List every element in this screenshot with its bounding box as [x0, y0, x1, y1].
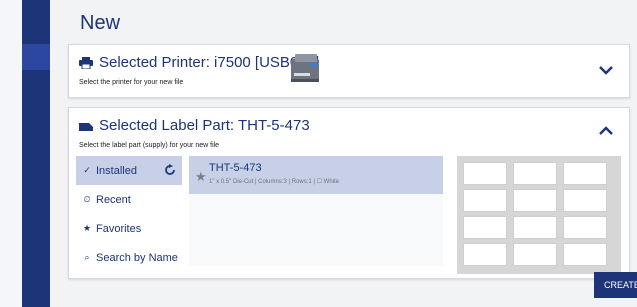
- filter-label: Search by Name: [96, 251, 178, 264]
- label-preview: [457, 156, 621, 274]
- filter-installed[interactable]: ✓ Installed: [76, 156, 182, 185]
- label-cell: [463, 162, 507, 185]
- filter-label: Installed: [96, 164, 137, 177]
- label-cell: [563, 189, 607, 212]
- part-name: THT-5-473: [209, 162, 262, 174]
- label-cell: [513, 243, 557, 266]
- printer-icon: [79, 57, 93, 69]
- label-cell: [513, 216, 557, 239]
- part-list: ★ THT-5-473 1" x 0.5" Die-Cut | Columns:…: [189, 156, 443, 266]
- label-cell: [513, 189, 557, 212]
- create-button[interactable]: CREATE: [594, 272, 637, 298]
- filter-search-by-name[interactable]: ⌕ Search by Name: [76, 243, 182, 272]
- filter-list: ✓ Installed ⏲ Recent ★ Favorites ⌕ Searc…: [76, 156, 182, 272]
- label-cell: [563, 243, 607, 266]
- page-title: New: [80, 12, 121, 34]
- label-icon: [79, 123, 93, 131]
- printer-card[interactable]: Selected Printer: i7500 [USB001] Select …: [68, 44, 630, 98]
- label-cell: [463, 189, 507, 212]
- chevron-down-icon[interactable]: [597, 61, 615, 79]
- printer-image: [291, 54, 319, 82]
- label-card-subtitle: Select the label part (supply) for your …: [79, 142, 220, 149]
- nav-rail: [22, 0, 50, 307]
- main-panel: New Selected Printer: i7500 [USB001] Sel…: [50, 0, 637, 307]
- filter-label: Recent: [96, 193, 131, 206]
- favorite-star-icon[interactable]: ★: [195, 169, 207, 185]
- label-cell: [563, 216, 607, 239]
- filter-label: Favorites: [96, 222, 142, 235]
- filter-recent[interactable]: ⏲ Recent: [76, 185, 182, 214]
- window-edge: [0, 0, 23, 307]
- label-cell: [463, 216, 507, 239]
- label-card-title: Selected Label Part: THT-5-473: [99, 117, 310, 134]
- search-icon: ⌕: [84, 252, 90, 262]
- printer-card-subtitle: Select the printer for your new file: [79, 79, 184, 86]
- nav-rail-active-item[interactable]: [22, 44, 50, 70]
- part-row[interactable]: ★ THT-5-473 1" x 0.5" Die-Cut | Columns:…: [189, 156, 443, 194]
- label-part-card: Selected Label Part: THT-5-473 Select th…: [68, 107, 630, 279]
- printer-card-title: Selected Printer: i7500 [USB001]: [99, 54, 320, 71]
- label-cell: [563, 162, 607, 185]
- check-icon: ✓: [83, 165, 91, 175]
- part-description: 1" x 0.5" Die-Cut | Columns:3 | Rows:1 |…: [209, 179, 340, 185]
- refresh-icon[interactable]: [164, 164, 176, 176]
- label-cell: [463, 243, 507, 266]
- chevron-up-icon[interactable]: [597, 122, 615, 140]
- label-cell: [513, 162, 557, 185]
- filter-favorites[interactable]: ★ Favorites: [76, 214, 182, 243]
- star-icon: ★: [82, 223, 92, 233]
- clock-icon: ⏲: [83, 194, 91, 204]
